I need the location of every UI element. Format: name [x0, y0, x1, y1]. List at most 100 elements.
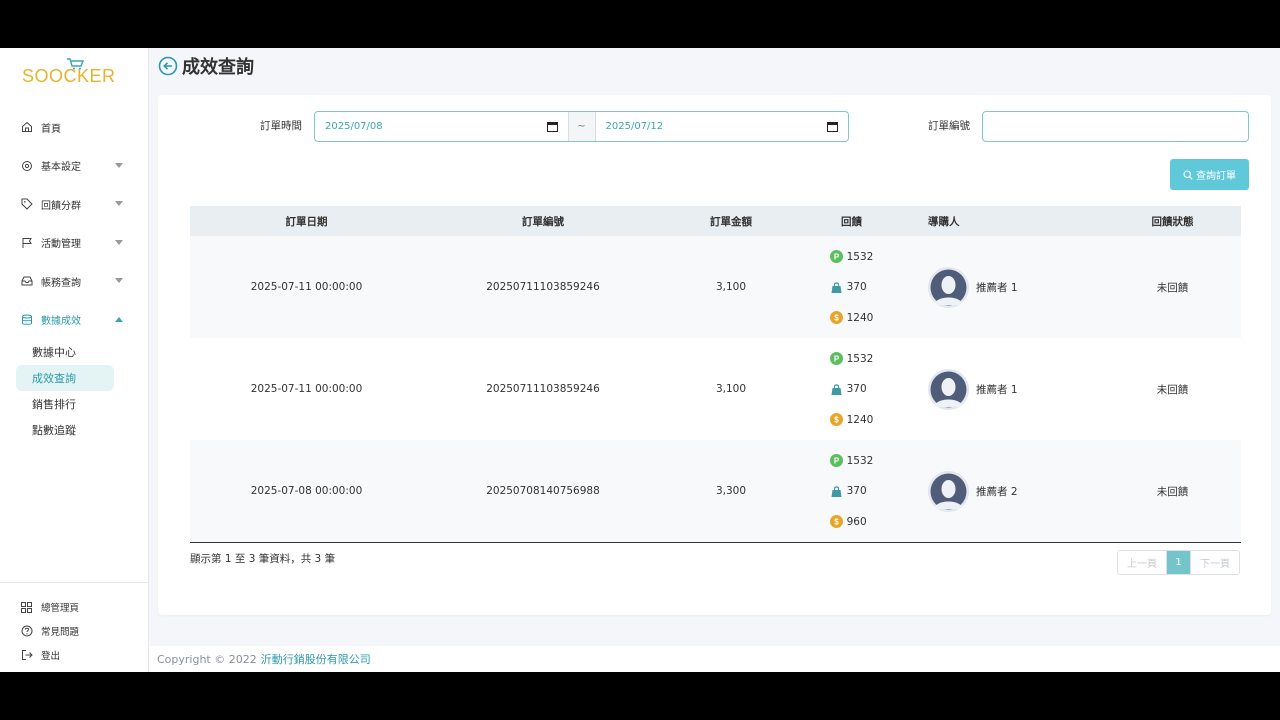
- feedback-cell: P 1532 370 $960: [799, 453, 904, 529]
- coin-icon: $: [829, 311, 843, 324]
- points-icon: P: [829, 250, 843, 263]
- chevron-down-icon: [115, 278, 123, 284]
- svg-text:$: $: [834, 518, 839, 527]
- flag-icon: [20, 236, 33, 249]
- pagination-info: 顯示第 1 至 3 筆資料，共 3 筆: [190, 553, 336, 565]
- table-row: 2025-07-11 00:00:00 20250711103859246 3,…: [190, 236, 1241, 338]
- order-no-cell: 20250711103859246: [486, 383, 600, 395]
- nav-label: 數據成效: [41, 316, 81, 328]
- amount-cell: 3,300: [715, 485, 747, 497]
- pagination: 上一頁 1 下一頁: [1117, 550, 1240, 575]
- order-no-input[interactable]: [982, 111, 1249, 142]
- nav-label: 活動管理: [41, 239, 81, 251]
- svg-text:P: P: [833, 457, 839, 466]
- tag-icon: [20, 198, 33, 211]
- feedback-status-cell: 未回饋: [1156, 281, 1189, 294]
- svg-text:$: $: [834, 314, 839, 323]
- coin-icon: $: [829, 515, 843, 528]
- sidebar: SOOCKER 首頁 基本設定 回饋分群 活動管理 帳務查詢 數據成效 數據中心…: [0, 48, 149, 672]
- nav-data-performance[interactable]: 數據成效: [0, 301, 149, 340]
- table-header: 訂單日期 訂單編號 訂單金額 回饋 導購人 回饋狀態: [190, 206, 1241, 236]
- referrer-cell: 推薦者 1: [904, 368, 1104, 410]
- order-time-label: 訂單時間: [260, 120, 302, 132]
- feedback-cell: P 1532 370 $1240: [799, 249, 904, 325]
- col-feedback-status[interactable]: 回饋狀態: [1104, 214, 1241, 229]
- bag-value: 370: [846, 281, 867, 293]
- date-to-value: 2025/07/12: [605, 121, 664, 132]
- points-icon: P: [829, 454, 843, 467]
- sub-item-label: 點數追蹤: [32, 424, 76, 437]
- search-order-label: 查詢訂單: [1196, 171, 1236, 182]
- col-feedback[interactable]: 回饋: [799, 214, 904, 229]
- nav-basic-settings[interactable]: 基本設定: [0, 147, 149, 186]
- amount-cell: 3,100: [715, 383, 747, 395]
- avatar[interactable]: [928, 470, 969, 512]
- order-no-cell: 20250711103859246: [486, 281, 600, 293]
- nav-label: 登出: [41, 651, 61, 662]
- orders-table: 訂單日期 訂單編號 訂單金額 回饋 導購人 回饋狀態 2025-07-11 00…: [190, 206, 1241, 543]
- sub-item-data-center[interactable]: 數據中心: [16, 339, 114, 365]
- nav-label: 常見問題: [41, 627, 80, 638]
- nav-accounts[interactable]: 帳務查詢: [0, 262, 149, 301]
- search-order-button[interactable]: 查詢訂單: [1170, 159, 1249, 190]
- nav-feedback-groups[interactable]: 回饋分群: [0, 185, 149, 224]
- referrer-name: 推薦者 2: [976, 485, 1018, 498]
- app-window: SOOCKER 首頁 基本設定 回饋分群 活動管理 帳務查詢 數據成效 數據中心…: [0, 48, 1280, 672]
- coin-icon: $: [829, 413, 843, 426]
- next-page-button[interactable]: 下一頁: [1190, 551, 1239, 574]
- nav-campaigns[interactable]: 活動管理: [0, 224, 149, 263]
- feedback-status-cell: 未回饋: [1156, 383, 1189, 396]
- back-arrow-icon[interactable]: [158, 56, 178, 76]
- table-bottom-border: [190, 542, 1241, 543]
- coin-value: 960: [846, 515, 867, 528]
- sub-item-performance-query[interactable]: 成效查詢: [16, 365, 114, 391]
- logo-text: SOOCKER: [22, 66, 116, 86]
- nav-admin-home[interactable]: 總管理頁: [0, 595, 149, 619]
- page-1-button[interactable]: 1: [1167, 551, 1190, 574]
- sub-item-points-tracking[interactable]: 點數追蹤: [16, 417, 114, 443]
- database-icon: [20, 313, 33, 326]
- feedback-cell: P 1532 370 $1240: [799, 351, 904, 427]
- table-row: 2025-07-08 00:00:00 20250708140756988 3,…: [190, 440, 1241, 542]
- col-order-no[interactable]: 訂單編號: [423, 214, 663, 229]
- brand-logo[interactable]: SOOCKER: [22, 58, 115, 88]
- main-nav: 首頁 基本設定 回饋分群 活動管理 帳務查詢 數據成效 數據中心 成效查詢 銷售…: [0, 108, 149, 443]
- avatar[interactable]: [928, 266, 969, 308]
- date-from-input[interactable]: 2025/07/08: [315, 112, 568, 141]
- inbox-icon: [20, 275, 33, 288]
- col-order-date[interactable]: 訂單日期: [190, 214, 423, 229]
- nav-faq[interactable]: 常見問題: [0, 619, 149, 643]
- order-date-cell: 2025-07-11 00:00:00: [250, 383, 363, 395]
- submenu: 數據中心 成效查詢 銷售排行 點數追蹤: [0, 339, 149, 443]
- date-from-value: 2025/07/08: [325, 121, 383, 132]
- bag-icon: [831, 485, 842, 497]
- referrer-cell: 推薦者 2: [904, 470, 1104, 512]
- company-link[interactable]: 沂動行銷股份有限公司: [261, 651, 371, 667]
- col-referrer[interactable]: 導購人: [904, 214, 1104, 229]
- date-to-input[interactable]: 2025/07/12: [596, 112, 849, 141]
- points-value: 1532: [846, 352, 874, 365]
- feedback-status-cell: 未回饋: [1156, 485, 1189, 498]
- nav-home[interactable]: 首頁: [0, 108, 149, 147]
- prev-page-button[interactable]: 上一頁: [1118, 551, 1167, 574]
- col-amount[interactable]: 訂單金額: [663, 214, 799, 229]
- table-row: 2025-07-11 00:00:00 20250711103859246 3,…: [190, 338, 1241, 440]
- home-icon: [20, 121, 33, 134]
- chevron-up-icon: [115, 316, 123, 322]
- sub-item-sales-ranking[interactable]: 銷售排行: [16, 391, 114, 417]
- search-icon: [1183, 169, 1193, 180]
- nav-logout[interactable]: 登出: [0, 643, 149, 667]
- page-title: 成效查詢: [182, 57, 254, 78]
- calendar-icon[interactable]: [546, 121, 558, 132]
- nav-label: 回饋分群: [41, 200, 81, 212]
- nav-label: 基本設定: [41, 162, 81, 174]
- referrer-name: 推薦者 1: [976, 383, 1018, 396]
- copyright-text: Copyright © 2022: [157, 652, 257, 666]
- nav-label: 總管理頁: [41, 603, 80, 614]
- points-value: 1532: [846, 250, 874, 263]
- avatar[interactable]: [928, 368, 969, 410]
- query-card: 訂單時間 2025/07/08 ~ 2025/07/12 訂單編號 查詢訂單 訂…: [158, 95, 1271, 615]
- calendar-icon[interactable]: [827, 121, 838, 132]
- sub-item-label: 銷售排行: [32, 398, 76, 411]
- svg-text:P: P: [833, 253, 839, 262]
